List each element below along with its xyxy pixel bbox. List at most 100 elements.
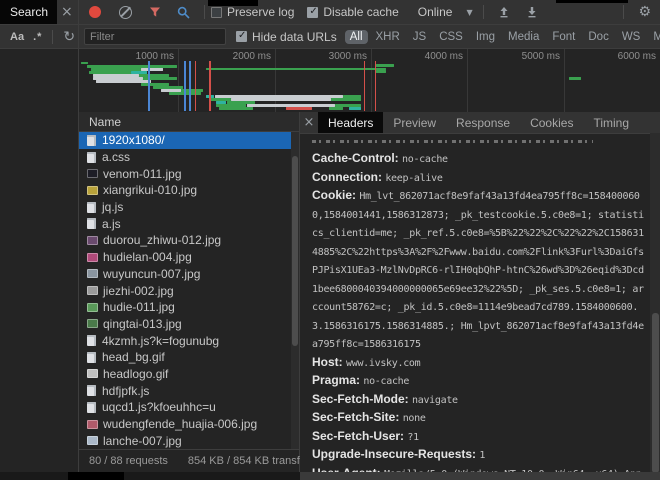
search-icon[interactable]	[177, 6, 190, 19]
name-column-header[interactable]: Name	[79, 112, 299, 132]
overview-gridline	[467, 49, 468, 112]
details-horizontal-scrollbar[interactable]	[300, 472, 660, 480]
filter-type-manifest[interactable]: Manifest	[648, 30, 660, 44]
header-name: Sec-Fetch-Site:	[312, 410, 403, 424]
request-name: qingtai-013.jpg	[103, 317, 182, 331]
request-name: duorou_zhiwu-012.jpg	[103, 233, 221, 247]
request-row[interactable]: wudengfende_huajia-006.jpg	[79, 416, 299, 433]
network-overview-waterfall[interactable]: 1000 ms2000 ms3000 ms4000 ms5000 ms6000 …	[79, 49, 660, 113]
tab-timing[interactable]: Timing	[583, 112, 639, 133]
filter-type-font[interactable]: Font	[547, 30, 580, 44]
refresh-icon[interactable]: ↻	[63, 29, 75, 45]
match-case-button[interactable]: Aa	[10, 31, 24, 43]
request-name: 1920x1080/	[102, 133, 165, 147]
preserve-log-checkbox[interactable]	[211, 7, 222, 18]
overview-time-label: 6000 ms	[596, 51, 656, 62]
request-row[interactable]: uqcd1.js?kfoeuhhc=u	[79, 399, 299, 416]
document-icon	[87, 202, 96, 213]
search-drawer-tabstrip: Search ×	[0, 0, 79, 24]
regex-button[interactable]: .*	[33, 31, 42, 43]
header-name: Upgrade-Insecure-Requests:	[312, 447, 479, 461]
details-scrollbar[interactable]	[650, 133, 660, 472]
filter-type-img[interactable]: Img	[471, 30, 500, 44]
header-name: Sec-Fetch-User:	[312, 429, 407, 443]
request-row[interactable]: wuyuncun-007.jpg	[79, 266, 299, 283]
request-row[interactable]: head_bg.gif	[79, 349, 299, 366]
disable-cache-label[interactable]: Disable cache	[323, 5, 398, 19]
tab-preview[interactable]: Preview	[383, 112, 446, 133]
tab-response[interactable]: Response	[446, 112, 520, 133]
header-entry: Upgrade-Insecure-Requests: 1	[312, 446, 646, 465]
waterfall-bar	[329, 107, 343, 110]
header-name: Cookie:	[312, 188, 359, 202]
request-name: xiangrikui-010.jpg	[103, 183, 197, 197]
filter-type-xhr[interactable]: XHR	[371, 30, 405, 44]
filter-type-js[interactable]: JS	[408, 30, 431, 44]
search-tab-label: Search	[10, 5, 48, 19]
request-row[interactable]: lanche-007.jpg	[79, 432, 299, 449]
request-row[interactable]: a.css	[79, 149, 299, 166]
waterfall-bar	[349, 107, 361, 110]
image-thumbnail-icon	[87, 186, 98, 195]
request-row[interactable]: 4kzmh.js?k=fogunubg	[79, 332, 299, 349]
filter-input[interactable]	[84, 28, 226, 45]
image-thumbnail-icon	[87, 303, 98, 312]
tab-headers[interactable]: Headers	[318, 112, 383, 133]
preserve-log-label[interactable]: Preserve log	[227, 5, 294, 19]
hide-data-urls-label[interactable]: Hide data URLs	[252, 30, 337, 44]
header-value: no-cache	[402, 154, 448, 165]
close-search-drawer-icon[interactable]: ×	[61, 4, 73, 20]
request-name: jq.js	[102, 200, 123, 214]
close-details-icon[interactable]: ×	[300, 112, 318, 133]
load-event-line	[364, 61, 365, 111]
scrollbar-thumb[interactable]	[292, 156, 298, 346]
filter-type-css[interactable]: CSS	[434, 30, 468, 44]
request-row[interactable]: jiezhi-002.jpg	[79, 282, 299, 299]
filter-type-all[interactable]: All	[345, 30, 368, 44]
domcontentloaded-line	[189, 61, 191, 111]
throttling-select[interactable]: Online ▼	[418, 5, 473, 19]
request-row[interactable]: xiangrikui-010.jpg	[79, 182, 299, 199]
request-row[interactable]: jq.js	[79, 199, 299, 216]
document-icon	[87, 152, 96, 163]
tab-cookies[interactable]: Cookies	[520, 112, 583, 133]
header-entry: Sec-Fetch-Mode: navigate	[312, 391, 646, 410]
record-icon[interactable]	[89, 6, 101, 18]
import-har-icon[interactable]	[498, 6, 510, 18]
filter-type-media[interactable]: Media	[503, 30, 544, 44]
request-list-scrollbar[interactable]	[291, 132, 299, 450]
document-icon	[87, 385, 96, 396]
request-row[interactable]: venom-011.jpg	[79, 165, 299, 182]
document-icon	[87, 335, 96, 346]
request-row[interactable]: duorou_zhiwu-012.jpg	[79, 232, 299, 249]
request-row[interactable]: hudie-011.jpg	[79, 299, 299, 316]
network-toolbar: Search × Preserve log Disable cache Onli…	[0, 0, 660, 25]
request-row[interactable]: a.js	[79, 215, 299, 232]
overview-time-label: 2000 ms	[211, 51, 271, 62]
search-options-toolbar: Aa .* ↻	[0, 25, 79, 48]
hide-data-urls-checkbox[interactable]	[236, 31, 247, 42]
filter-type-doc[interactable]: Doc	[583, 30, 613, 44]
waterfall-bar	[569, 77, 581, 80]
request-name: hudie-011.jpg	[103, 300, 175, 314]
request-rows: 1920x1080/a.cssvenom-011.jpgxiangrikui-0…	[79, 132, 299, 450]
export-har-icon[interactable]	[526, 6, 538, 18]
request-row[interactable]: qingtai-013.jpg	[79, 316, 299, 333]
request-row[interactable]: hudielan-004.jpg	[79, 249, 299, 266]
clear-icon[interactable]	[119, 6, 132, 19]
overview-time-label: 3000 ms	[307, 51, 367, 62]
request-row[interactable]: headlogo.gif	[79, 366, 299, 383]
gear-icon[interactable]: ⚙	[638, 4, 651, 20]
header-entry: Host: www.ivsky.com	[312, 354, 646, 373]
request-row[interactable]: hdfjpfk.js	[79, 382, 299, 399]
filter-icon[interactable]	[149, 6, 161, 18]
header-name: Host:	[312, 355, 346, 369]
overview-time-label: 1000 ms	[114, 51, 174, 62]
disable-cache-checkbox[interactable]	[307, 7, 318, 18]
filter-type-ws[interactable]: WS	[617, 30, 646, 44]
scrollbar-thumb[interactable]	[652, 313, 659, 473]
chevron-down-icon: ▼	[466, 8, 472, 17]
tab-search[interactable]: Search	[0, 0, 57, 24]
background-window-artifact	[68, 472, 124, 480]
request-row[interactable]: 1920x1080/	[79, 132, 299, 149]
